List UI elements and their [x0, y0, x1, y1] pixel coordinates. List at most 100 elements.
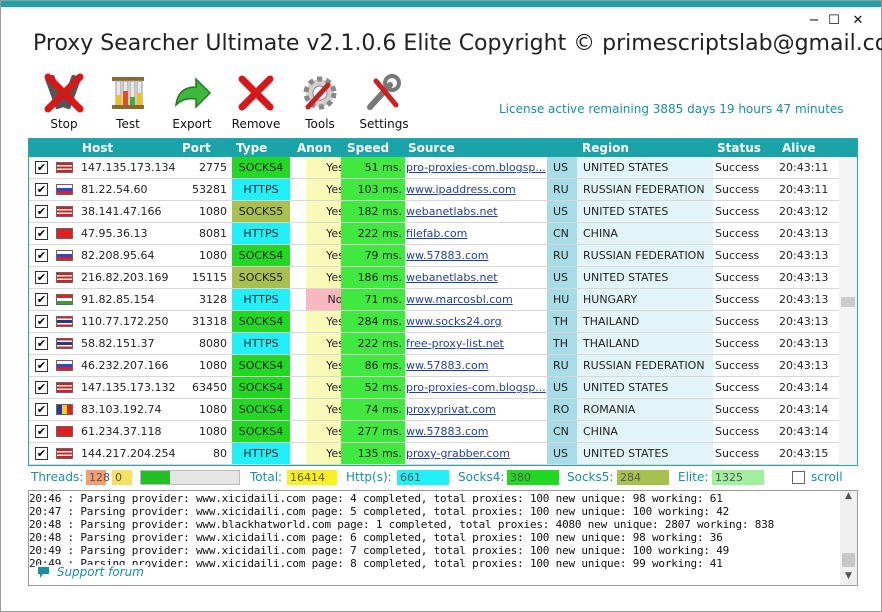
log-line: 20:48 : Parsing provider: www.blackhatwo…: [29, 518, 775, 531]
remove-button[interactable]: Remove: [226, 71, 286, 133]
row-checkbox[interactable]: ✔: [35, 183, 48, 196]
source-link[interactable]: pro-proxies-com.blogsp...: [406, 377, 546, 398]
alive-cell: 20:43:15: [779, 447, 829, 460]
port-cell: 8081: [199, 227, 227, 240]
col-port[interactable]: Port: [182, 141, 211, 155]
row-checkbox[interactable]: ✔: [35, 161, 48, 174]
table-scrollbar[interactable]: [839, 157, 857, 465]
col-host[interactable]: Host: [82, 141, 113, 155]
maximize-button[interactable]: ☐: [826, 13, 842, 29]
source-link[interactable]: pro-proxies-com.blogsp...: [406, 157, 546, 178]
settings-button[interactable]: Settings: [354, 71, 414, 133]
alive-cell: 20:43:14: [779, 425, 829, 438]
row-checkbox[interactable]: ✔: [35, 359, 48, 372]
status-cell: Success: [715, 271, 760, 284]
table-row[interactable]: ✔ 216.82.203.169 15115 SOCKS5 Yes 186 ms. weba…: [29, 267, 839, 289]
status-cell: Success: [715, 403, 760, 416]
status-cell: Success: [715, 359, 760, 372]
source-link[interactable]: proxyprivat.com: [406, 399, 546, 420]
source-link[interactable]: www.ipaddress.com: [406, 179, 546, 200]
row-checkbox[interactable]: ✔: [35, 249, 48, 262]
threads-count: 128: [86, 470, 110, 485]
row-checkbox[interactable]: ✔: [35, 447, 48, 460]
country-code-cell: TH: [547, 333, 577, 354]
close-button[interactable]: ✕: [850, 13, 866, 29]
source-link[interactable]: proxy-grabber.com: [406, 443, 546, 464]
row-checkbox[interactable]: ✔: [35, 315, 48, 328]
alive-cell: 20:43:13: [779, 293, 829, 306]
host-cell: 47.95.36.13: [81, 227, 148, 240]
source-link[interactable]: ww.57883.com: [406, 355, 546, 376]
col-alive[interactable]: Alive: [782, 141, 815, 155]
window-title: Proxy Searcher Ultimate v2.1.0.6 Elite C…: [33, 31, 882, 56]
scroll-down-icon[interactable]: ▼: [840, 571, 857, 585]
table-row[interactable]: ✔ 47.95.36.13 8081 HTTPS Yes 222 ms. filefab.c…: [29, 223, 839, 245]
country-code-cell: RU: [547, 355, 577, 376]
row-checkbox[interactable]: ✔: [35, 403, 48, 416]
stop-button[interactable]: Stop: [34, 71, 94, 133]
host-cell: 46.232.207.166: [81, 359, 169, 372]
tools-button[interactable]: Tools: [290, 71, 350, 133]
table-row[interactable]: ✔ 91.82.85.154 3128 HTTPS No 71 ms. www.marcos…: [29, 289, 839, 311]
status-cell: Success: [715, 425, 760, 438]
row-checkbox[interactable]: ✔: [35, 271, 48, 284]
col-status[interactable]: Status: [717, 141, 761, 155]
table-row[interactable]: ✔ 58.82.151.37 8080 HTTPS Yes 222 ms. free-pro…: [29, 333, 839, 355]
minimize-button[interactable]: −: [806, 13, 822, 29]
source-link[interactable]: filefab.com: [406, 223, 546, 244]
col-region[interactable]: Region: [582, 141, 629, 155]
col-anon[interactable]: Anon: [297, 141, 332, 155]
col-source[interactable]: Source: [408, 141, 455, 155]
region-cell: UNITED STATES: [577, 157, 713, 178]
export-button[interactable]: Export: [162, 71, 222, 133]
log-scroll-thumb[interactable]: [842, 553, 855, 567]
source-link[interactable]: www.socks24.org: [406, 311, 546, 332]
source-link[interactable]: webanetlabs.net: [406, 201, 546, 222]
region-cell: ROMANIA: [577, 399, 713, 420]
log-scrollbar[interactable]: ▲ ▼: [840, 491, 857, 585]
source-link[interactable]: webanetlabs.net: [406, 267, 546, 288]
port-cell: 1080: [199, 425, 227, 438]
scroll-checkbox[interactable]: [792, 471, 805, 484]
table-row[interactable]: ✔ 46.232.207.166 1080 SOCKS4 Yes 86 ms. ww.578…: [29, 355, 839, 377]
country-flag-icon: [56, 250, 73, 261]
type-cell: SOCKS5: [232, 201, 290, 222]
row-checkbox[interactable]: ✔: [35, 381, 48, 394]
source-link[interactable]: ww.57883.com: [406, 245, 546, 266]
row-checkbox[interactable]: ✔: [35, 337, 48, 350]
scroll-up-icon[interactable]: ▲: [840, 491, 857, 505]
table-row[interactable]: ✔ 81.22.54.60 53281 HTTPS Yes 103 ms. www.ipad…: [29, 179, 839, 201]
table-row[interactable]: ✔ 61.234.37.118 1080 SOCKS4 Yes 277 ms. ww.578…: [29, 421, 839, 443]
type-cell: HTTPS: [232, 443, 290, 464]
host-cell: 38.141.47.166: [81, 205, 162, 218]
table-row[interactable]: ✔ 82.208.95.64 1080 SOCKS4 Yes 79 ms. ww.57883…: [29, 245, 839, 267]
table-row[interactable]: ✔ 144.217.204.254 80 HTTPS Yes 135 ms. proxy-g…: [29, 443, 839, 465]
source-link[interactable]: free-proxy-list.net: [406, 333, 546, 354]
test-button[interactable]: Test: [98, 71, 158, 133]
row-checkbox[interactable]: ✔: [35, 205, 48, 218]
region-cell: UNITED STATES: [577, 267, 713, 288]
row-checkbox[interactable]: ✔: [35, 293, 48, 306]
table-row[interactable]: ✔ 147.135.173.132 63450 SOCKS4 Yes 52 ms. pro-…: [29, 377, 839, 399]
scroll-label: scroll: [811, 470, 843, 484]
table-row[interactable]: ✔ 83.103.192.74 1080 SOCKS4 Yes 74 ms. proxypr…: [29, 399, 839, 421]
col-speed[interactable]: Speed: [347, 141, 389, 155]
source-link[interactable]: ww.57883.com: [406, 421, 546, 442]
region-cell: RUSSIAN FEDERATION: [577, 355, 713, 376]
log-panel[interactable]: 20:46 : Parsing provider: www.xicidaili.…: [28, 490, 858, 586]
support-forum-link[interactable]: Support forum: [37, 565, 148, 580]
table-row[interactable]: ✔ 38.141.47.166 1080 SOCKS5 Yes 182 ms. webane…: [29, 201, 839, 223]
table-row[interactable]: ✔ 110.77.172.250 31318 SOCKS4 Yes 284 ms. www.…: [29, 311, 839, 333]
country-flag-icon: [56, 360, 73, 371]
source-link[interactable]: www.marcosbl.com: [406, 289, 546, 310]
settings-wrench-icon: [362, 71, 406, 115]
table-scroll-thumb[interactable]: [841, 297, 855, 307]
host-cell: 110.77.172.250: [81, 315, 169, 328]
table-row[interactable]: ✔ 147.135.173.134 2775 SOCKS4 Yes 51 ms. pro-p…: [29, 157, 839, 179]
col-type[interactable]: Type: [236, 141, 267, 155]
row-checkbox[interactable]: ✔: [35, 227, 48, 240]
row-checkbox[interactable]: ✔: [35, 425, 48, 438]
total-label: Total:: [250, 470, 283, 484]
country-flag-icon: [56, 382, 73, 393]
proxy-table[interactable]: Host Port Type Anon Speed Source Region …: [28, 138, 858, 466]
